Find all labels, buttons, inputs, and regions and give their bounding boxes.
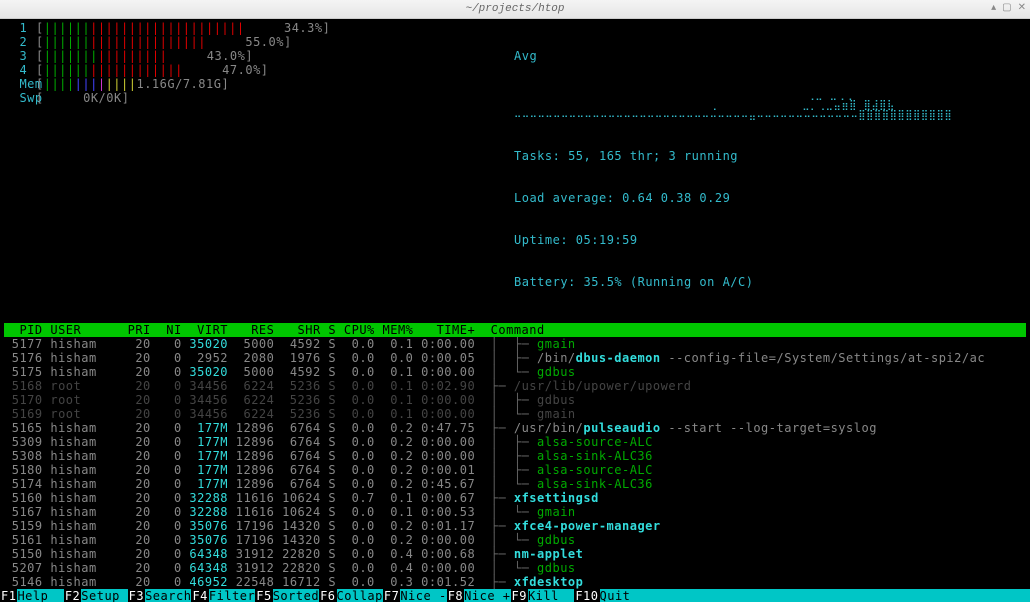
process-row[interactable]: 5174 hisham 20 0 177M 12896 6764 S 0.0 0…	[4, 477, 1026, 491]
function-key-bar: F1Help F2Setup F3SearchF4FilterF5SortedF…	[0, 589, 1030, 602]
mem-meter: Mem[|||||||||||| 1.16G/7.81G]	[4, 77, 504, 91]
fkey-F7-label[interactable]: Nice -	[400, 589, 446, 602]
load-line: Load average: 0.64 0.38 0.29	[514, 191, 1026, 205]
process-row[interactable]: 5309 hisham 20 0 177M 12896 6764 S 0.0 0…	[4, 435, 1026, 449]
cpu-graph: ⢀⣀ ⣀⢀⢀ ⢀ ⣀⡀⢀⣀⣤⣶⣿ ⣿⣼⣿⣧⠤⠤⠤⠤⠤⠤⠤⠤⠤⠤⠤⠤⠤⠤⠤⠤⠤⠤⠤…	[514, 91, 1026, 121]
fkey-F1[interactable]: F1	[0, 589, 17, 602]
process-row[interactable]: 5146 hisham 20 0 46952 22548 16712 S 0.0…	[4, 575, 1026, 589]
fkey-F10[interactable]: F10	[574, 589, 599, 602]
fkey-F3-label[interactable]: Search	[145, 589, 191, 602]
process-row[interactable]: 5161 hisham 20 0 35076 17196 14320 S 0.0…	[4, 533, 1026, 547]
fkey-F7[interactable]: F7	[383, 589, 400, 602]
process-row[interactable]: 5169 root 20 0 34456 6224 5236 S 0.0 0.1…	[4, 407, 1026, 421]
swap-meter: Swp[ 0K/0K]	[4, 91, 504, 105]
window-title: ~/projects/htop	[465, 2, 564, 16]
fkey-F1-label[interactable]: Help	[17, 589, 63, 602]
process-row[interactable]: 5207 hisham 20 0 64348 31912 22820 S 0.0…	[4, 561, 1026, 575]
process-row[interactable]: 5308 hisham 20 0 177M 12896 6764 S 0.0 0…	[4, 449, 1026, 463]
process-row[interactable]: 5177 hisham 20 0 35020 5000 4592 S 0.0 0…	[4, 337, 1026, 351]
process-row[interactable]: 5150 hisham 20 0 64348 31912 22820 S 0.0…	[4, 547, 1026, 561]
minimize-icon[interactable]: ▴	[991, 2, 996, 16]
cpu-meter-4: 4 [|||||||||||||||||| 47.0%]	[4, 63, 504, 77]
process-row[interactable]: 5168 root 20 0 34456 6224 5236 S 0.0 0.1…	[4, 379, 1026, 393]
process-row[interactable]: 5176 hisham 20 0 2952 2080 1976 S 0.0 0.…	[4, 351, 1026, 365]
terminal-body[interactable]: 1 [|||||||||||||||||||||||||| 34.3%] 2 […	[0, 19, 1030, 602]
window-controls: ▴ ▢ ✕	[991, 2, 1026, 16]
fkey-F9[interactable]: F9	[511, 589, 528, 602]
fkey-F6-label[interactable]: Collap	[337, 589, 383, 602]
terminal-window: ~/projects/htop ▴ ▢ ✕ 1 [|||||||||||||||…	[0, 0, 1030, 602]
battery-line: Battery: 35.5% (Running on A/C)	[514, 275, 1026, 289]
process-row[interactable]: 5167 hisham 20 0 32288 11616 10624 S 0.0…	[4, 505, 1026, 519]
fkey-F4[interactable]: F4	[191, 589, 208, 602]
fkey-F2-label[interactable]: Setup	[81, 589, 127, 602]
column-headers[interactable]: PID USER PRI NI VIRT RES SHR S CPU% MEM%…	[4, 323, 1026, 337]
maximize-icon[interactable]: ▢	[1002, 2, 1011, 16]
process-row[interactable]: 5175 hisham 20 0 35020 5000 4592 S 0.0 0…	[4, 365, 1026, 379]
meters-left: 1 [|||||||||||||||||||||||||| 34.3%] 2 […	[4, 21, 504, 317]
cpu-meter-2: 2 [||||||||||||||||||||| 55.0%]	[4, 35, 504, 49]
process-row[interactable]: 5180 hisham 20 0 177M 12896 6764 S 0.0 0…	[4, 463, 1026, 477]
uptime-line: Uptime: 05:19:59	[514, 233, 1026, 247]
close-icon[interactable]: ✕	[1018, 2, 1026, 16]
fkey-F10-label[interactable]: Quit	[600, 589, 646, 602]
fkey-F4-label[interactable]: Filter	[209, 589, 255, 602]
tasks-line: Tasks: 55, 165 thr; 3 running	[514, 149, 1026, 163]
process-list[interactable]: 5177 hisham 20 0 35020 5000 4592 S 0.0 0…	[4, 337, 1026, 602]
cpu-meter-3: 3 [|||||||||||||||| 43.0%]	[4, 49, 504, 63]
process-row[interactable]: 5159 hisham 20 0 35076 17196 14320 S 0.0…	[4, 519, 1026, 533]
process-row[interactable]: 5160 hisham 20 0 32288 11616 10624 S 0.7…	[4, 491, 1026, 505]
fkey-F5[interactable]: F5	[255, 589, 272, 602]
fkey-F9-label[interactable]: Kill	[528, 589, 574, 602]
process-row[interactable]: 5165 hisham 20 0 177M 12896 6764 S 0.0 0…	[4, 421, 1026, 435]
fkey-F6[interactable]: F6	[319, 589, 336, 602]
fkey-F8-label[interactable]: Nice +	[464, 589, 510, 602]
avg-label: Avg	[514, 49, 1026, 63]
fkey-F3[interactable]: F3	[128, 589, 145, 602]
process-row[interactable]: 5170 root 20 0 34456 6224 5236 S 0.0 0.1…	[4, 393, 1026, 407]
titlebar[interactable]: ~/projects/htop ▴ ▢ ✕	[0, 0, 1030, 19]
fkey-F5-label[interactable]: Sorted	[273, 589, 319, 602]
meters-right: Avg ⢀⣀ ⣀⢀⢀ ⢀ ⣀⡀⢀⣀⣤⣶⣿ ⣿⣼⣿⣧⠤⠤⠤⠤⠤⠤⠤⠤⠤⠤⠤⠤⠤⠤⠤…	[504, 21, 1026, 317]
fkey-F8[interactable]: F8	[447, 589, 464, 602]
cpu-meter-1: 1 [|||||||||||||||||||||||||| 34.3%]	[4, 21, 504, 35]
fkey-F2[interactable]: F2	[64, 589, 81, 602]
